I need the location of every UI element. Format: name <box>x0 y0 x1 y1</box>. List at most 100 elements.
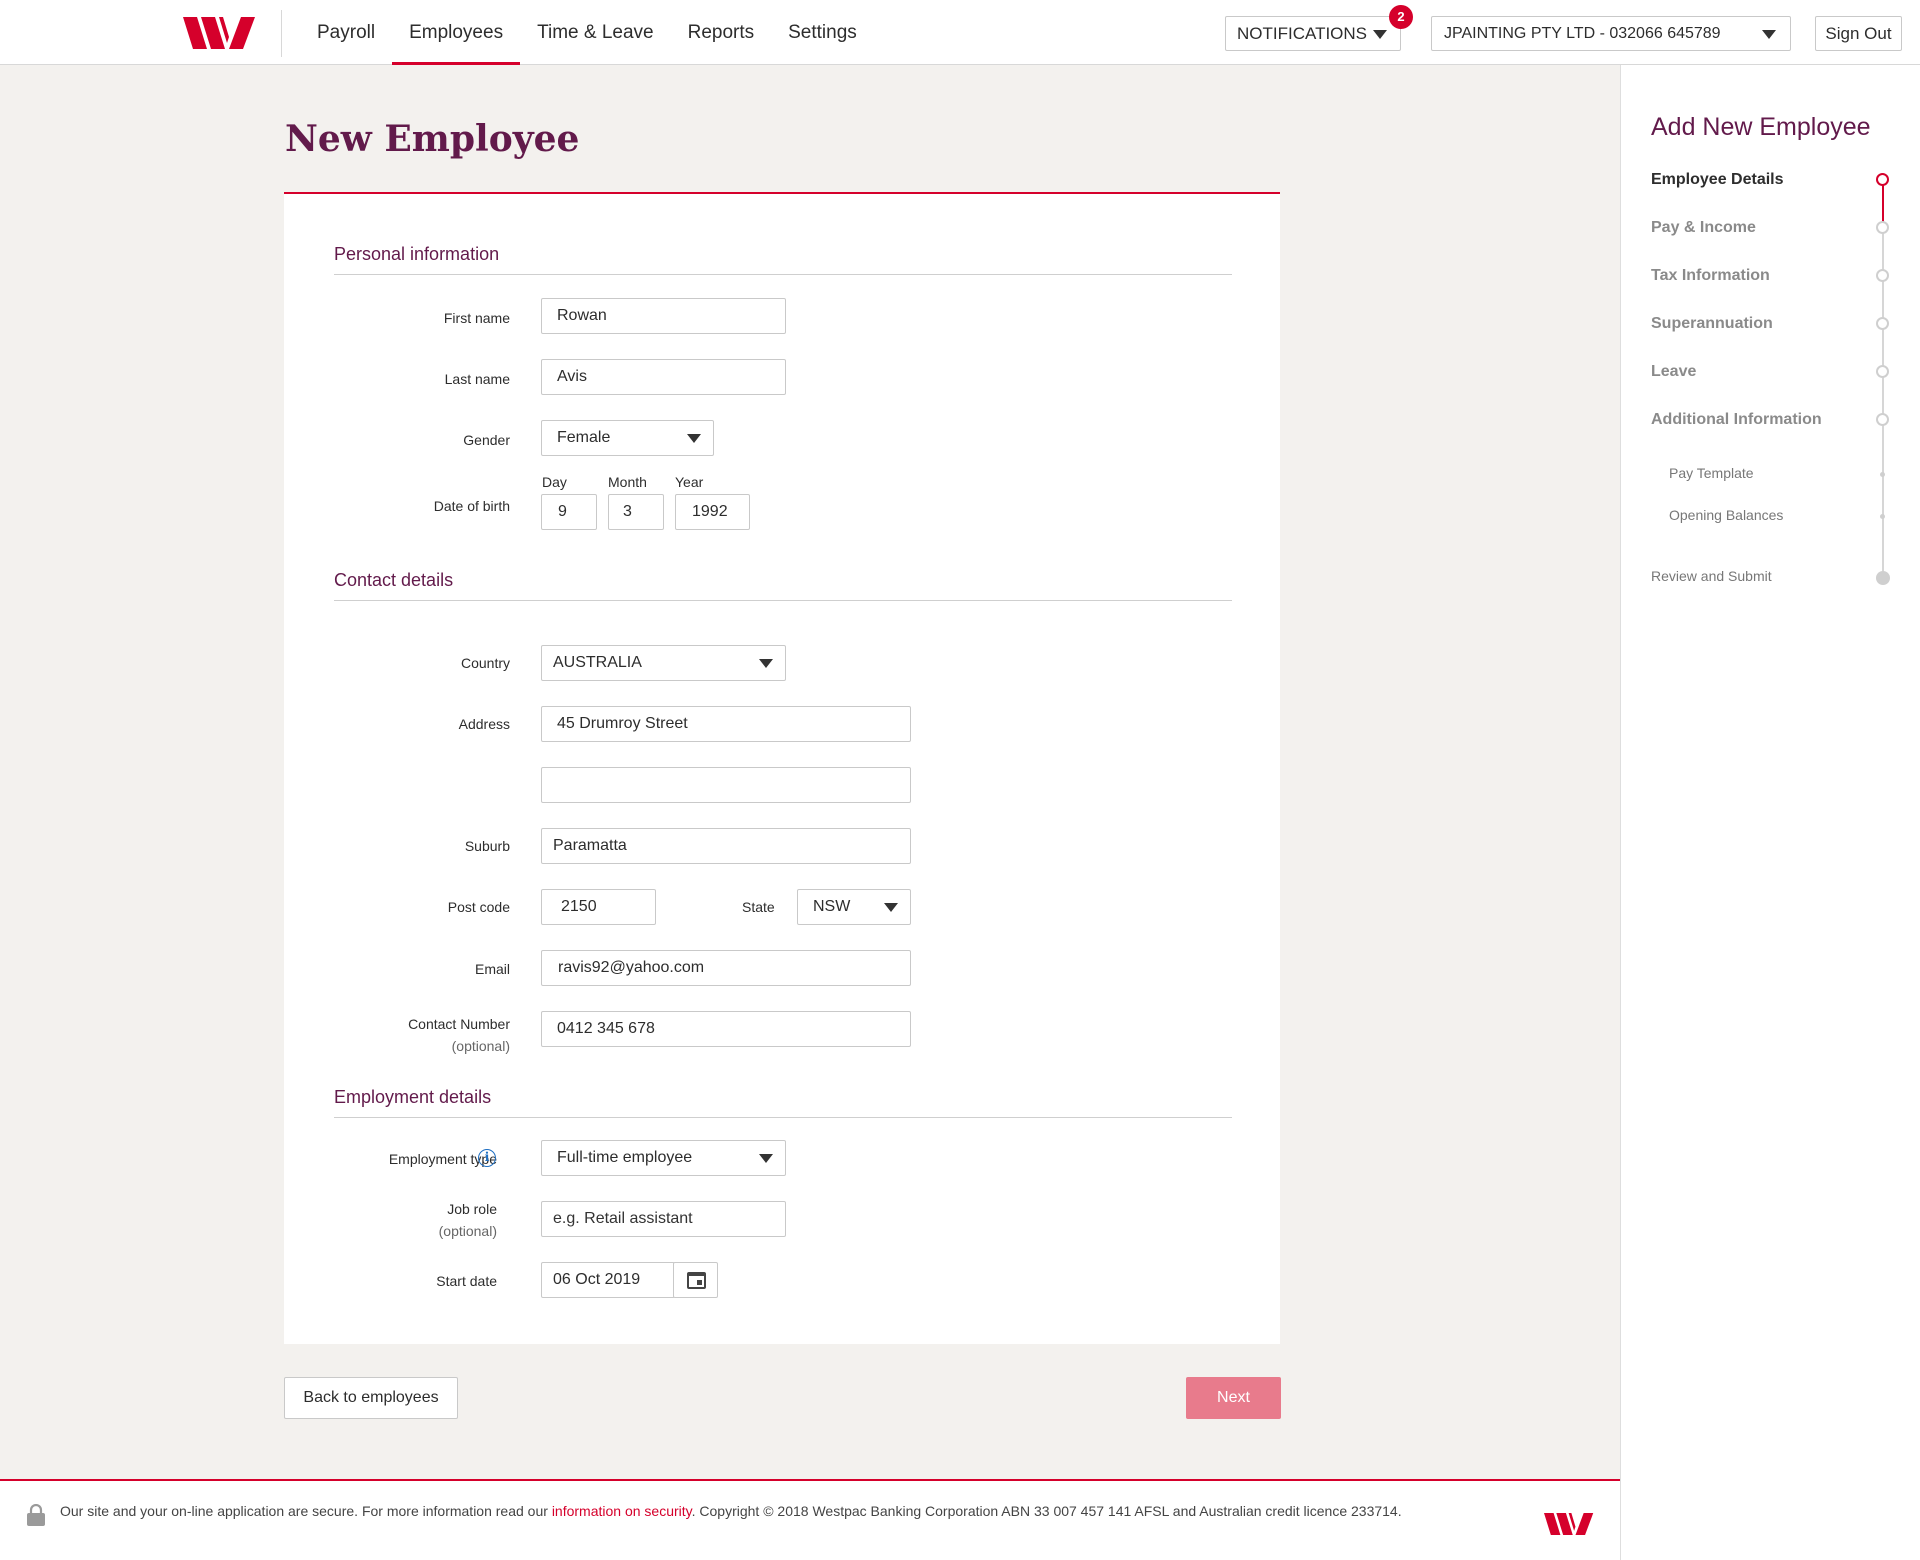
contact-number-input[interactable]: 0412 345 678 <box>541 1011 911 1047</box>
top-bar: Payroll Employees Time & Leave Reports S… <box>0 0 1920 65</box>
gender-label: Gender <box>463 432 510 448</box>
contact-number-label-text: Contact Number <box>408 1016 510 1032</box>
footer-security-text: Our site and your on-line application ar… <box>60 1503 1402 1519</box>
country-value: AUSTRALIA <box>553 654 642 671</box>
nav-payroll[interactable]: Payroll <box>300 0 392 65</box>
nav-reports[interactable]: Reports <box>671 0 772 65</box>
substep-pay-template[interactable]: Pay Template <box>1669 465 1754 481</box>
email-label: Email <box>474 961 510 977</box>
dob-year-label: Year <box>675 474 704 490</box>
step-leave[interactable]: Leave <box>1651 363 1696 381</box>
job-role-optional: (optional) <box>438 1223 497 1239</box>
start-date-label: Start date <box>436 1273 497 1289</box>
step-employee-details[interactable]: Employee Details <box>1651 171 1784 189</box>
logo-divider <box>281 10 282 57</box>
last-name-label: Last name <box>444 371 510 387</box>
organisation-select[interactable]: JPAINTING PTY LTD - 032066 645789 <box>1431 16 1791 51</box>
main-nav: Payroll Employees Time & Leave Reports S… <box>300 0 874 65</box>
contact-number-label: Contact Number (optional) <box>408 1016 510 1054</box>
step-dot-active <box>1876 173 1889 186</box>
state-label: State <box>742 899 775 915</box>
notifications-count-badge: 2 <box>1389 5 1413 29</box>
state-value: NSW <box>813 898 851 915</box>
contact-number-optional: (optional) <box>451 1038 510 1054</box>
notifications-dropdown[interactable]: NOTIFICATIONS <box>1225 16 1401 51</box>
step-dot <box>1876 365 1889 378</box>
gender-select[interactable]: Female <box>541 420 714 456</box>
date-of-birth-label: Date of birth <box>433 498 510 514</box>
section-contact-heading: Contact details <box>334 570 1232 601</box>
step-superannuation[interactable]: Superannuation <box>1651 315 1773 333</box>
postcode-input[interactable]: 2150 <box>541 889 656 925</box>
dob-day-input[interactable]: 9 <box>541 494 597 530</box>
postcode-label: Post code <box>447 899 510 915</box>
sidebar-title: Add New Employee <box>1651 113 1871 141</box>
next-button[interactable]: Next <box>1186 1377 1281 1419</box>
country-label: Country <box>460 655 510 671</box>
chevron-down-icon <box>687 434 701 443</box>
suburb-label: Suburb <box>464 838 510 854</box>
step-dot <box>1876 221 1889 234</box>
step-dot-final <box>1876 571 1890 585</box>
job-role-label: Job role (optional) <box>439 1201 497 1239</box>
progress-line <box>1882 181 1884 581</box>
country-select[interactable]: AUSTRALIA <box>541 645 786 681</box>
calendar-button[interactable] <box>673 1262 718 1298</box>
start-date-input[interactable]: 06 Oct 2019 <box>541 1262 675 1298</box>
chevron-down-icon <box>1762 30 1776 39</box>
section-employment-heading: Employment details <box>334 1087 1232 1118</box>
state-select[interactable]: NSW <box>797 889 911 925</box>
dob-month-input[interactable]: 3 <box>608 494 664 530</box>
job-role-input[interactable]: e.g. Retail assistant <box>541 1201 786 1237</box>
notifications-label: NOTIFICATIONS <box>1237 24 1368 43</box>
first-name-label: First name <box>443 310 510 326</box>
lock-icon <box>27 1504 45 1526</box>
employment-type-select[interactable]: Full-time employee <box>541 1140 786 1176</box>
step-review-submit[interactable]: Review and Submit <box>1651 568 1772 584</box>
employee-form-card: Personal information First name Rowan La… <box>284 192 1280 1344</box>
security-info-link[interactable]: information on security <box>552 1503 692 1519</box>
step-dot <box>1876 269 1889 282</box>
progress-sidebar: Add New Employee Employee Details Pay & … <box>1620 65 1920 1560</box>
first-name-input[interactable]: Rowan <box>541 298 786 334</box>
section-personal-heading: Personal information <box>334 244 1232 275</box>
step-tax-information[interactable]: Tax Information <box>1651 267 1770 285</box>
chevron-down-icon <box>1373 30 1387 39</box>
nav-settings[interactable]: Settings <box>771 0 874 65</box>
westpac-logo[interactable] <box>183 17 259 49</box>
page-title: New Employee <box>285 118 580 160</box>
chevron-down-icon <box>759 1154 773 1163</box>
last-name-input[interactable]: Avis <box>541 359 786 395</box>
footer: Our site and your on-line application ar… <box>0 1479 1620 1560</box>
calendar-icon <box>687 1272 706 1289</box>
westpac-footer-logo <box>1544 1513 1594 1535</box>
info-icon[interactable]: i <box>478 1149 496 1167</box>
sign-out-button[interactable]: Sign Out <box>1815 16 1902 51</box>
address-line1-input[interactable]: 45 Drumroy Street <box>541 706 911 742</box>
substep-dot <box>1880 514 1885 519</box>
back-to-employees-button[interactable]: Back to employees <box>284 1377 458 1419</box>
address-label: Address <box>458 716 510 732</box>
dob-month-label: Month <box>608 474 647 490</box>
organisation-label: JPAINTING PTY LTD - 032066 645789 <box>1444 25 1721 42</box>
substep-dot <box>1880 472 1885 477</box>
step-additional-information[interactable]: Additional Information <box>1651 411 1822 429</box>
gender-value: Female <box>557 429 611 446</box>
chevron-down-icon <box>884 903 898 912</box>
step-dot <box>1876 317 1889 330</box>
job-role-label-text: Job role <box>447 1201 497 1217</box>
suburb-input[interactable]: Paramatta <box>541 828 911 864</box>
email-input[interactable]: ravis92@yahoo.com <box>541 950 911 986</box>
employment-type-value: Full-time employee <box>557 1149 693 1166</box>
footer-text-before: Our site and your on-line application ar… <box>60 1503 552 1519</box>
dob-year-input[interactable]: 1992 <box>675 494 750 530</box>
nav-employees[interactable]: Employees <box>392 0 521 65</box>
substep-opening-balances[interactable]: Opening Balances <box>1669 507 1783 523</box>
address-line2-input[interactable] <box>541 767 911 803</box>
nav-time-leave[interactable]: Time & Leave <box>520 0 671 65</box>
step-dot <box>1876 413 1889 426</box>
footer-text-after: . Copyright © 2018 Westpac Banking Corpo… <box>691 1503 1402 1519</box>
step-pay-income[interactable]: Pay & Income <box>1651 219 1756 237</box>
dob-day-label: Day <box>542 474 567 490</box>
chevron-down-icon <box>759 659 773 668</box>
